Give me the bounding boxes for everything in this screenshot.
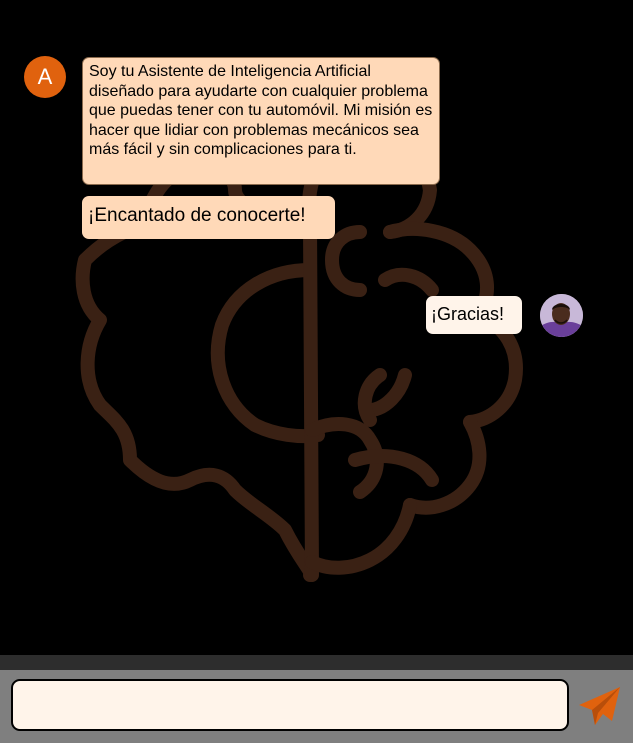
user-photo-avatar bbox=[540, 294, 583, 337]
send-button[interactable] bbox=[576, 683, 622, 729]
chat-area: A Soy tu Asistente de Inteligencia Artif… bbox=[0, 0, 633, 655]
composer-bar bbox=[0, 670, 633, 743]
assistant-message-bubble: ¡Encantado de conocerte! bbox=[82, 196, 335, 239]
user-message-bubble: ¡Gracias! bbox=[426, 296, 522, 334]
composer-divider bbox=[0, 655, 633, 670]
assistant-avatar-letter: A bbox=[37, 64, 53, 89]
message-input[interactable] bbox=[11, 679, 569, 731]
paper-plane-icon bbox=[579, 687, 620, 725]
assistant-avatar: A bbox=[24, 56, 66, 98]
assistant-message-bubble: Soy tu Asistente de Inteligencia Artific… bbox=[82, 57, 440, 185]
